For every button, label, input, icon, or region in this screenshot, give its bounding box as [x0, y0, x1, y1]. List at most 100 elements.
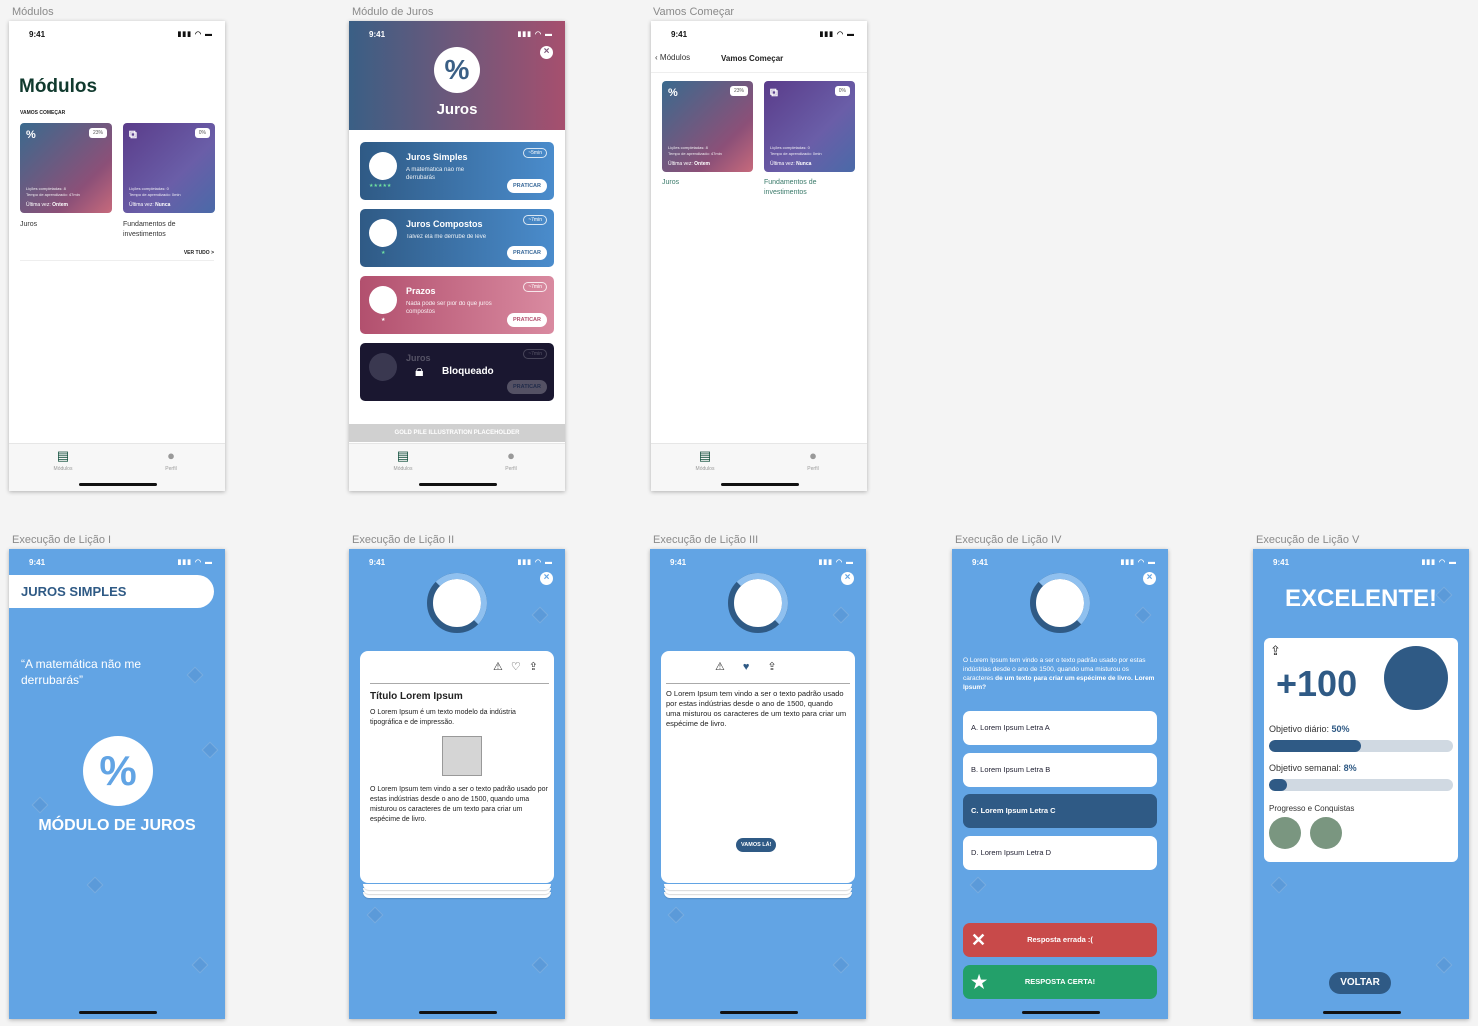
quiz-option-d[interactable]: D. Lorem Ipsum Letra D	[963, 836, 1157, 870]
share-icon[interactable]: ⇪	[529, 661, 546, 673]
divider	[370, 683, 549, 684]
quiz-option-a[interactable]: A. Lorem Ipsum Letra A	[963, 711, 1157, 745]
back-button[interactable]: ‹ Módulos	[655, 53, 690, 62]
progress-ring	[427, 573, 487, 633]
lesson-avatar	[369, 353, 397, 381]
close-icon[interactable]: ×	[540, 46, 553, 59]
decoration	[191, 956, 209, 974]
vamos-la-button[interactable]: VAMOS LÁ!	[736, 838, 777, 852]
lesson-duration: ~7min	[523, 215, 547, 225]
tab-modulos[interactable]: ▤ Módulos	[349, 448, 457, 472]
practice-button[interactable]: PRATICAR	[506, 246, 547, 260]
module-card-juros[interactable]: % 23% Lições completadas: 8 Tempo de apr…	[662, 81, 753, 172]
warning-icon[interactable]: ⚠	[715, 661, 743, 673]
tab-modulos[interactable]: ▤ Módulos	[651, 448, 759, 472]
decoration	[1435, 956, 1453, 974]
status-icons: ▮▮▮ ◠ ▬	[1421, 559, 1457, 566]
lesson-quote: “A matemática não me derrubarás”	[21, 657, 142, 687]
lesson-card[interactable]: ★ Juros Compostos Talvez ela me derrube …	[360, 209, 554, 267]
module-name: Juros	[20, 221, 38, 228]
home-indicator	[1022, 1011, 1100, 1014]
lock-icon: 🔒︎	[415, 363, 424, 380]
close-icon: ✕	[971, 930, 987, 950]
time-stat: Tempo de aprendizado: 0min	[129, 192, 181, 197]
lesson-desc: Talvez ela me derrube de leve	[406, 234, 487, 240]
card-paragraph: O Lorem Ipsum tem vindo a ser o texto pa…	[370, 786, 548, 823]
frame-label: Execução de Lição IV	[955, 534, 1062, 546]
warning-icon[interactable]: ⚠	[493, 661, 511, 673]
decoration	[969, 876, 987, 894]
modules-screen: 9:41 ▮▮▮ ◠ ▬ Módulos VAMOS COMEÇAR % 23% …	[9, 21, 225, 491]
lesson-card-locked: Juros ~7min PRATICAR 🔒︎ Bloqueado	[360, 343, 554, 401]
status-time: 9:41	[29, 558, 46, 567]
module-title: MÓDULO DE JUROS	[38, 817, 196, 834]
module-card-juros[interactable]: % 23% Lições completadas: 8 Tempo de apr…	[20, 123, 112, 213]
decoration	[1134, 606, 1152, 624]
lesson-card[interactable]: ★ Prazos Nada pode ser pior do que juros…	[360, 276, 554, 334]
modules-icon: ▤	[396, 448, 410, 463]
lesson-content-screen-2: 9:41 ▮▮▮ ◠ ▬ × ⚠♥⇪ O Lorem Ipsum tem vind…	[650, 549, 866, 1019]
result-card: ⇪ +100 Objetivo diário: 50% Objetivo sem…	[1264, 638, 1458, 862]
status-time: 9:41	[29, 30, 46, 39]
close-icon[interactable]: ×	[540, 572, 553, 585]
back-button[interactable]: VOLTAR	[1329, 972, 1391, 994]
juros-screen: 9:41 ▮▮▮ ◠ ▬ × % Juros ★★★★★ Juros Simple…	[349, 21, 565, 491]
lessons-stat: Lições completadas: 0	[770, 145, 810, 150]
daily-progress-bar	[1269, 740, 1453, 752]
lesson-quiz-screen: 9:41 ▮▮▮ ◠ ▬ × O Lorem Ipsum tem vindo a …	[952, 549, 1168, 1019]
right-answer-banner: ★ RESPOSTA CERTA!	[963, 965, 1157, 999]
decoration	[832, 956, 850, 974]
share-icon[interactable]: ⇪	[1270, 643, 1281, 659]
module-title: Juros	[436, 101, 478, 118]
module-name: Juros	[662, 179, 680, 186]
card-title: Título Lorem Ipsum	[370, 691, 463, 702]
close-icon[interactable]: ×	[841, 572, 854, 585]
last-seen: Última vez: Nunca	[770, 161, 812, 167]
module-card-fundamentos[interactable]: ⧉ 0% Lições completadas: 0 Tempo de apre…	[123, 123, 215, 213]
home-indicator	[720, 1011, 798, 1014]
weekly-progress-fill	[1269, 779, 1288, 791]
card-paragraph: O Lorem Ipsum tem vindo a ser o texto pa…	[666, 689, 847, 728]
status-time: 9:41	[369, 558, 386, 567]
bookmark-icon[interactable]: ♥	[743, 661, 768, 673]
achievement-badge[interactable]	[1310, 817, 1342, 849]
decoration	[667, 906, 685, 924]
tab-perfil[interactable]: ● Perfil	[457, 448, 565, 472]
see-all-link[interactable]: VER TUDO >	[184, 250, 214, 256]
tab-perfil[interactable]: ● Perfil	[759, 448, 867, 472]
tab-perfil[interactable]: ● Perfil	[117, 448, 225, 472]
decoration	[201, 741, 219, 759]
frame-label: Execução de Lição V	[1256, 534, 1360, 546]
card-stack	[664, 884, 852, 890]
quiz-option-c[interactable]: C. Lorem Ipsum Letra C	[963, 794, 1157, 828]
lesson-content-screen: 9:41 ▮▮▮ ◠ ▬ × ⚠♡⇪ Título Lorem Ipsum O L…	[349, 549, 565, 1019]
practice-button[interactable]: PRATICAR	[506, 313, 547, 327]
module-card-fundamentos[interactable]: ⧉ 0% Lições completadas: 0 Tempo de apre…	[764, 81, 855, 172]
wrong-answer-banner: ✕ Resposta errada :(	[963, 923, 1157, 957]
decoration	[86, 876, 104, 894]
frame-label: Execução de Lição II	[352, 534, 455, 546]
lessons-stat: Lições completadas: 0	[129, 186, 169, 191]
progress-ring	[728, 573, 788, 633]
status-icons: ▮▮▮ ◠ ▬	[819, 31, 855, 38]
decoration	[832, 606, 850, 624]
close-icon[interactable]: ×	[1143, 572, 1156, 585]
lessons-stat: Lições completadas: 8	[26, 186, 66, 191]
star-icon: ★	[971, 972, 988, 992]
lesson-duration: ~5min	[523, 148, 547, 158]
lesson-card[interactable]: ★★★★★ Juros Simples A matemática não me …	[360, 142, 554, 200]
percent-icon: %	[434, 47, 480, 93]
progress-badge: 0%	[194, 128, 210, 138]
practice-button[interactable]: PRATICAR	[506, 179, 547, 193]
decoration	[186, 666, 204, 684]
achievement-badge[interactable]	[1269, 817, 1301, 849]
modules-icon: ▤	[698, 448, 712, 463]
time-stat: Tempo de aprendizado: 47min	[26, 192, 80, 197]
lesson-avatar	[369, 286, 397, 314]
home-indicator	[721, 483, 799, 486]
quiz-option-b[interactable]: B. Lorem Ipsum Letra B	[963, 753, 1157, 787]
frame-label: Módulo de Juros	[352, 6, 434, 18]
share-icon[interactable]: ⇪	[767, 661, 794, 673]
bookmark-icon[interactable]: ♡	[511, 661, 529, 673]
tab-modulos[interactable]: ▤ Módulos	[9, 448, 117, 472]
